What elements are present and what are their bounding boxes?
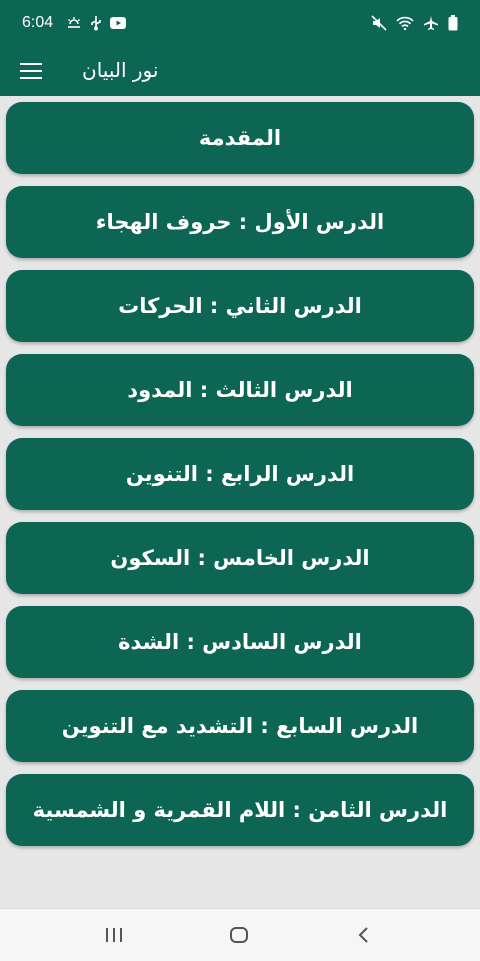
airplane-icon [423,15,439,31]
status-left-icons [66,15,126,31]
lesson-label: الدرس الثالث : المدود [127,378,353,402]
wifi-icon [396,16,414,30]
status-bar: 6:04 [0,0,480,48]
lesson-list: المقدمة الدرس الأول : حروف الهجاء الدرس … [6,102,474,858]
lesson-label: الدرس الخامس : السكون [110,546,370,570]
usb-icon [90,15,102,31]
weather-icon [66,16,82,30]
lesson-label: الدرس الأول : حروف الهجاء [95,210,385,234]
menu-icon[interactable] [20,58,46,84]
status-right-icons [371,15,458,31]
back-icon[interactable] [352,923,376,947]
status-time: 6:04 [22,14,54,31]
lesson-label: الدرس السابع : التشديد مع التنوين [61,714,419,738]
recents-icon[interactable] [102,923,126,947]
home-icon[interactable] [227,923,251,947]
lesson-button-7[interactable]: الدرس السابع : التشديد مع التنوين [6,690,474,762]
lesson-button-6[interactable]: الدرس السادس : الشدة [6,606,474,678]
lesson-button-8[interactable]: الدرس الثامن : اللام القمرية و الشمسية [6,774,474,846]
lesson-label: الدرس الثاني : الحركات [118,294,362,318]
lesson-button-4[interactable]: الدرس الرابع : التنوين [6,438,474,510]
lesson-label: الدرس السادس : الشدة [118,630,362,654]
mute-icon [371,15,387,31]
lesson-label: الدرس الرابع : التنوين [125,462,355,486]
lesson-button-2[interactable]: الدرس الثاني : الحركات [6,270,474,342]
battery-icon [448,15,458,31]
lesson-button-intro[interactable]: المقدمة [6,102,474,174]
lesson-label: الدرس الثامن : اللام القمرية و الشمسية [32,798,448,822]
lesson-button-1[interactable]: الدرس الأول : حروف الهجاء [6,186,474,258]
youtube-icon [110,17,126,29]
app-title: نور البيان [82,58,159,82]
lesson-button-5[interactable]: الدرس الخامس : السكون [6,522,474,594]
app-bar: نور البيان [0,48,480,96]
lesson-button-3[interactable]: الدرس الثالث : المدود [6,354,474,426]
nav-bar [0,908,480,961]
lesson-label: المقدمة [198,126,282,150]
